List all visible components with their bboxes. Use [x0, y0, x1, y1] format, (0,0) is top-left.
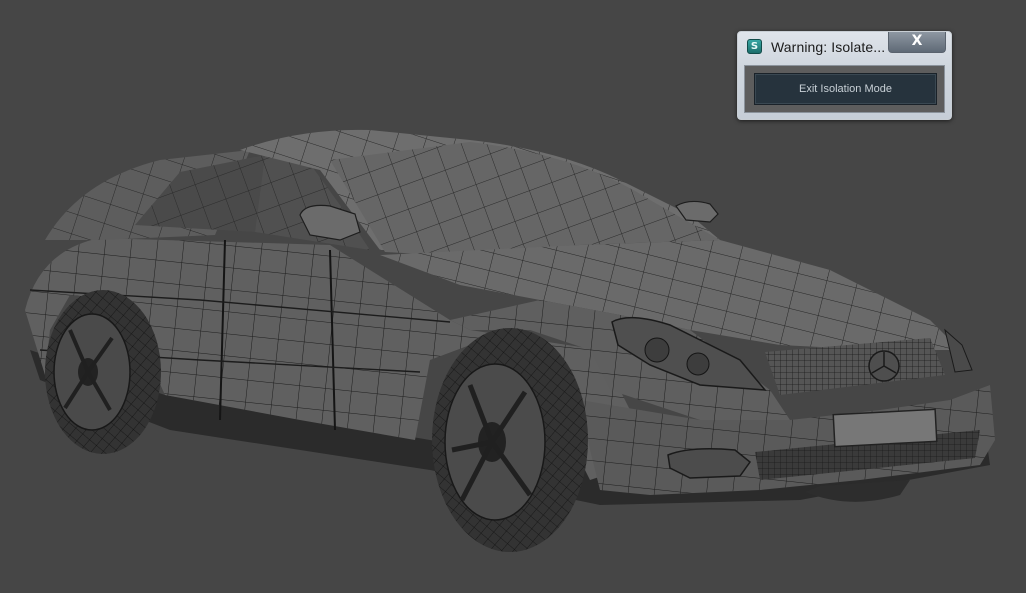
- dialog-title: Warning: Isolate...: [771, 39, 886, 55]
- app-logo-icon: S: [747, 39, 762, 54]
- isolation-warning-dialog[interactable]: S Warning: Isolate... X Exit Isolation M…: [737, 31, 952, 120]
- close-button[interactable]: X: [888, 32, 946, 53]
- car-rear-wheel: [45, 290, 161, 454]
- car-fog-light: [667, 448, 752, 479]
- car-license-plate: [832, 408, 938, 448]
- car-right-headlight-edge: [944, 328, 973, 373]
- dialog-titlebar[interactable]: S Warning: Isolate... X: [738, 32, 951, 62]
- exit-isolation-mode-button[interactable]: Exit Isolation Mode: [754, 73, 937, 105]
- dialog-body: Exit Isolation Mode: [744, 65, 945, 113]
- car-front-wheel: [432, 328, 588, 552]
